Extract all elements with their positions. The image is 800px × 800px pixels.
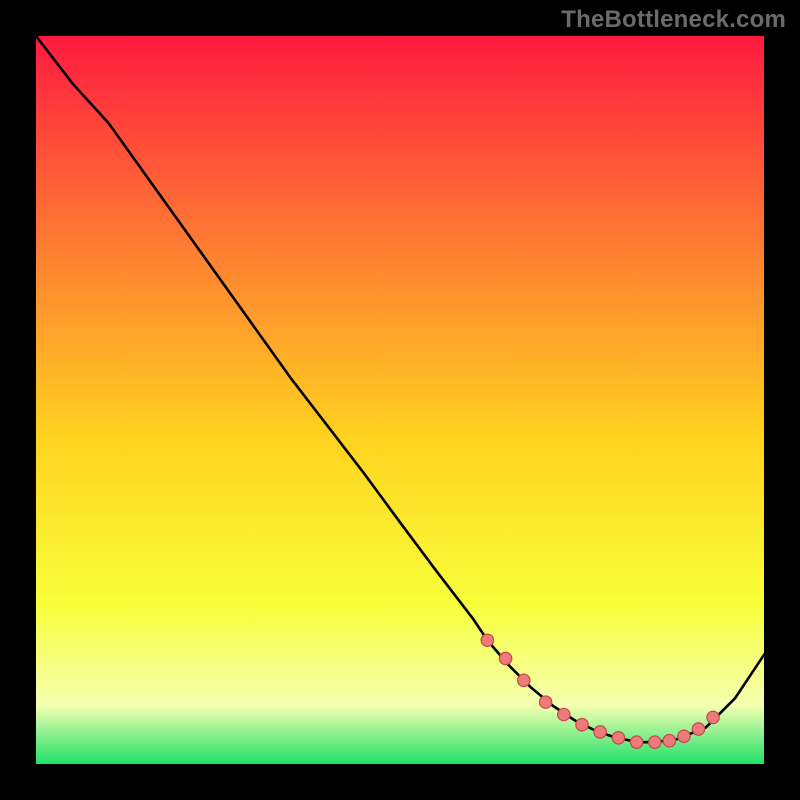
marker-point xyxy=(692,723,704,735)
marker-point xyxy=(518,674,530,686)
marker-point xyxy=(576,718,588,730)
marker-point xyxy=(612,732,624,744)
marker-point xyxy=(707,711,719,723)
marker-point xyxy=(499,652,511,664)
marker-point xyxy=(594,726,606,738)
marker-point xyxy=(663,735,675,747)
marker-point xyxy=(678,730,690,742)
gradient-background xyxy=(36,36,764,764)
chart-svg xyxy=(36,36,764,764)
watermark-text: TheBottleneck.com xyxy=(561,6,786,34)
chart-frame: TheBottleneck.com xyxy=(0,0,800,800)
marker-point xyxy=(630,736,642,748)
marker-point xyxy=(539,696,551,708)
plot-area xyxy=(36,36,764,764)
marker-point xyxy=(558,708,570,720)
marker-point xyxy=(481,634,493,646)
marker-point xyxy=(649,736,661,748)
